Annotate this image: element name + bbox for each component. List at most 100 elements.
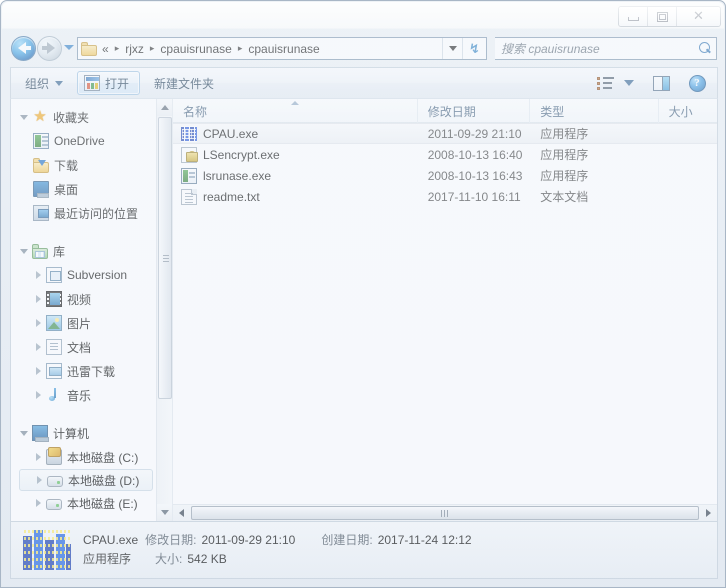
breadcrumb-rjxz[interactable]: rjxz	[123, 42, 146, 56]
sidebar-item-label: Subversion	[67, 268, 128, 282]
new-folder-label: 新建文件夹	[154, 76, 215, 91]
help-button[interactable]: ?	[683, 71, 711, 95]
expander-icon[interactable]	[33, 271, 43, 279]
address-bar[interactable]: « ▸ rjxz ▸ cpauisrunase ▸ cpauisrunase ↯	[77, 37, 487, 60]
sidebar-group-libraries-label: 库	[53, 244, 66, 259]
search-box[interactable]: 搜索 cpauisrunase	[495, 37, 717, 60]
file-type: 应用程序	[540, 127, 589, 141]
sidebar-item-drive-d[interactable]: 本地磁盘 (D:)	[19, 469, 153, 491]
system-drive-icon	[46, 447, 62, 465]
scroll-right-button[interactable]	[700, 505, 717, 522]
sidebar-item-label: 音乐	[67, 388, 92, 403]
column-header-type-label: 类型	[540, 104, 565, 119]
table-row[interactable]: LSencrypt.exe 2008-10-13 16:40 应用程序	[173, 144, 717, 165]
expander-icon[interactable]	[33, 367, 43, 375]
details-type: 应用程序	[83, 552, 132, 566]
horizontal-scrollbar[interactable]	[173, 504, 717, 521]
column-header-name[interactable]: 名称	[173, 99, 418, 123]
toolbar-right-group: ?	[591, 68, 717, 98]
sidebar-item-onedrive[interactable]: OneDrive	[11, 129, 157, 153]
sidebar-item-drive-e[interactable]: 本地磁盘 (E:)	[11, 491, 157, 515]
close-button[interactable]: ✕	[677, 7, 720, 26]
sidebar-item-label: 本地磁盘 (D:)	[68, 473, 140, 488]
sidebar-item-xunlei[interactable]: 迅雷下载	[11, 359, 157, 383]
expander-icon[interactable]	[33, 295, 43, 303]
navigation-scrollbar[interactable]	[156, 99, 172, 521]
file-name: LSencrypt.exe	[203, 147, 280, 162]
details-created-label: 创建日期:	[321, 533, 373, 547]
content-area: ★ 收藏夹 OneDrive 下载 桌面 最近访问的位置 库 Subversio…	[10, 98, 718, 522]
sidebar-item-recent-places[interactable]: 最近访问的位置	[11, 201, 157, 225]
breadcrumb-cpauisrunase-1[interactable]: cpauisrunase	[158, 42, 233, 56]
minimize-button[interactable]	[619, 7, 648, 26]
table-row[interactable]: CPAU.exe 2011-09-29 21:10 应用程序	[173, 123, 717, 144]
sidebar-item-documents[interactable]: 文档	[11, 335, 157, 359]
address-dropdown-button[interactable]	[442, 38, 462, 59]
expander-icon[interactable]	[19, 248, 29, 254]
back-button[interactable]	[11, 36, 36, 61]
organize-button[interactable]: 组织	[15, 71, 73, 95]
minimize-icon	[627, 16, 639, 21]
cpau-exe-icon	[181, 125, 197, 142]
views-dropdown-button[interactable]	[619, 71, 637, 95]
scrollbar-thumb[interactable]	[158, 117, 172, 399]
expander-icon[interactable]	[33, 391, 43, 399]
chevron-down-icon	[55, 80, 64, 86]
sidebar-item-downloads[interactable]: 下载	[11, 153, 157, 177]
column-header-type[interactable]: 类型	[530, 99, 659, 123]
breadcrumb-cpauisrunase-2[interactable]: cpauisrunase	[246, 42, 321, 56]
window-controls: ✕	[618, 6, 721, 27]
desktop-icon	[33, 181, 49, 198]
open-button[interactable]: 打开	[77, 71, 141, 95]
navigation-tree: ★ 收藏夹 OneDrive 下载 桌面 最近访问的位置 库 Subversio…	[11, 105, 157, 515]
scroll-down-button[interactable]	[157, 504, 172, 521]
sidebar-item-desktop[interactable]: 桌面	[11, 177, 157, 201]
sidebar-item-label: 迅雷下载	[67, 364, 116, 379]
scrollbar-thumb[interactable]	[191, 506, 699, 520]
forward-button[interactable]	[37, 36, 62, 61]
library-icon	[32, 243, 48, 259]
sidebar-item-videos[interactable]: 视频	[11, 287, 157, 311]
expander-icon[interactable]	[33, 453, 43, 461]
details-modified-value: 2011-09-29 21:10	[201, 533, 296, 547]
sidebar-group-favorites[interactable]: ★ 收藏夹	[11, 105, 157, 129]
views-button[interactable]	[591, 71, 619, 95]
sidebar-item-drive-c[interactable]: 本地磁盘 (C:)	[11, 445, 157, 469]
scroll-left-button[interactable]	[173, 505, 190, 522]
table-row[interactable]: lsrunase.exe 2008-10-13 16:43 应用程序	[173, 165, 717, 186]
column-header-size[interactable]: 大小	[659, 99, 717, 123]
maximize-button[interactable]	[648, 7, 677, 26]
sidebar-item-subversion[interactable]: Subversion	[11, 263, 157, 287]
explorer-window: ✕ « ▸ rjxz ▸ cpauisrunase ▸ cpauisrunase…	[0, 0, 726, 588]
sidebar-item-label: OneDrive	[54, 134, 105, 148]
help-icon: ?	[688, 74, 706, 92]
expander-icon[interactable]	[19, 114, 29, 120]
expander-icon[interactable]	[33, 319, 43, 327]
table-row[interactable]: readme.txt 2017-11-10 16:11 文本文档	[173, 186, 717, 207]
file-name-cell: lsrunase.exe	[173, 167, 418, 184]
preview-pane-button[interactable]	[647, 71, 675, 95]
document-icon	[46, 339, 62, 355]
refresh-button[interactable]: ↯	[462, 38, 486, 59]
sidebar-item-label: 文档	[67, 340, 92, 355]
scroll-up-button[interactable]	[157, 99, 172, 116]
xunlei-icon	[46, 363, 62, 379]
expander-icon[interactable]	[34, 476, 44, 484]
sidebar-item-label: 本地磁盘 (C:)	[67, 450, 139, 465]
column-header-date[interactable]: 修改日期	[418, 99, 531, 123]
sidebar-item-pictures[interactable]: 图片	[11, 311, 157, 335]
sidebar-item-music[interactable]: 音乐	[11, 383, 157, 407]
picture-icon	[46, 315, 62, 331]
column-header-size-label: 大小	[668, 104, 693, 119]
sidebar-group-computer[interactable]: 计算机	[11, 421, 157, 445]
file-type: 应用程序	[540, 148, 589, 162]
expander-icon[interactable]	[19, 430, 29, 436]
breadcrumb-overflow[interactable]: «	[100, 42, 111, 56]
new-folder-button[interactable]: 新建文件夹	[144, 71, 224, 95]
sidebar-item-label: 视频	[67, 292, 92, 307]
expander-icon[interactable]	[33, 499, 43, 507]
search-input[interactable]: 搜索 cpauisrunase	[501, 40, 699, 57]
expander-icon[interactable]	[33, 343, 43, 351]
sidebar-group-libraries[interactable]: 库	[11, 239, 157, 263]
history-dropdown-icon[interactable]	[64, 45, 74, 50]
